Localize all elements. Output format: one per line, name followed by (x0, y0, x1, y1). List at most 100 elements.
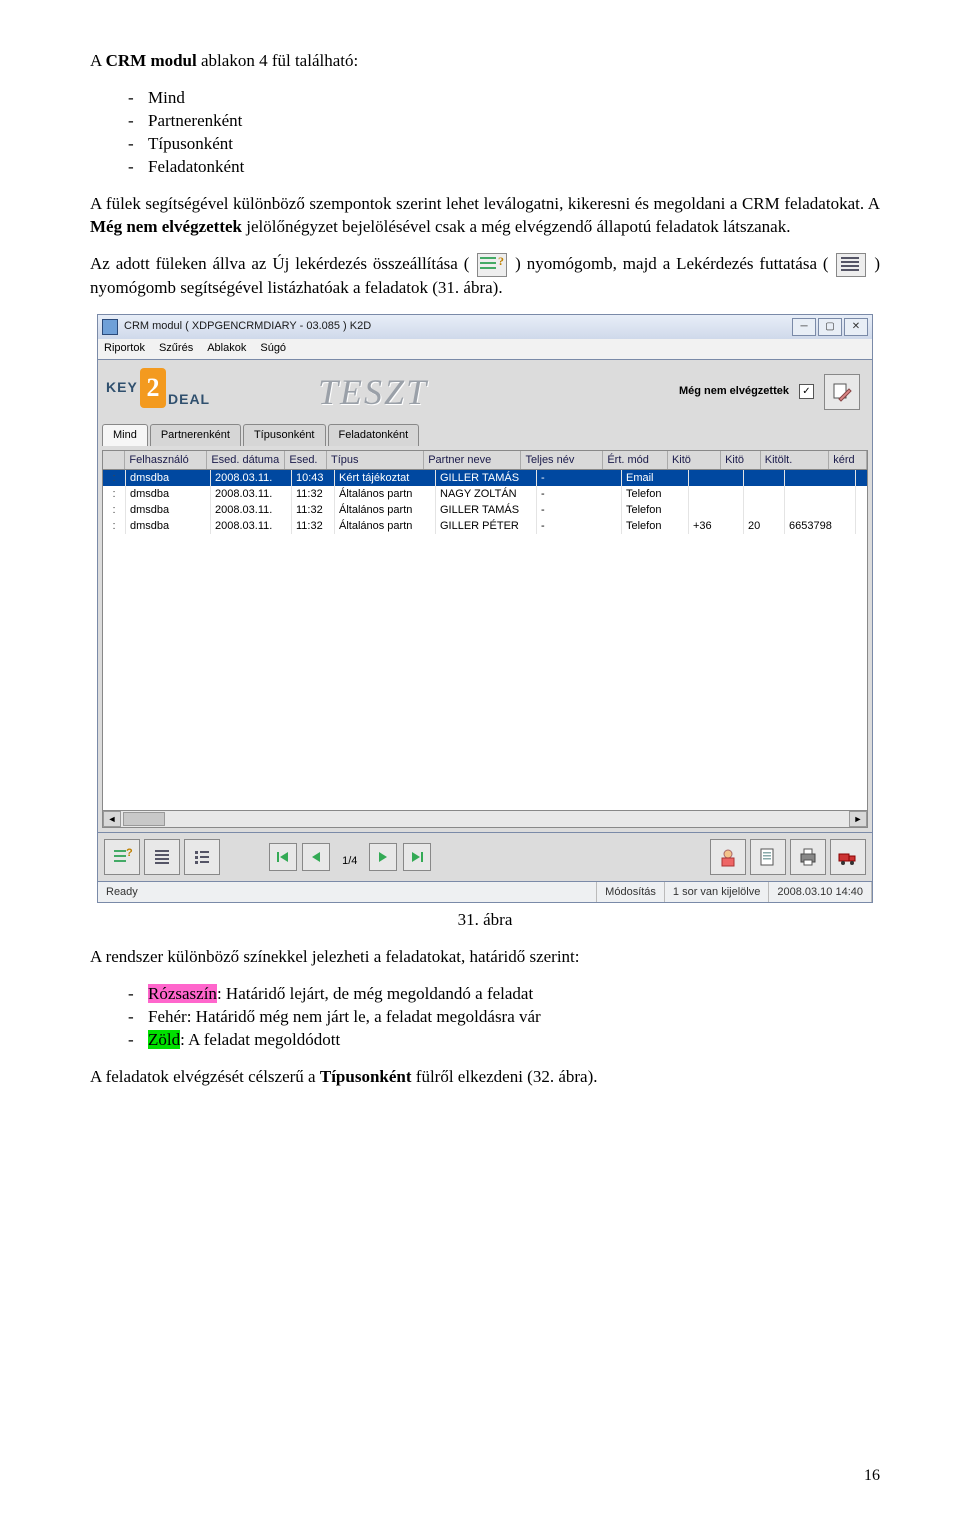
cell: NAGY ZOLTÁN (436, 486, 537, 502)
cell: dmsdba (126, 518, 211, 534)
cell: GILLER TAMÁS (436, 470, 537, 486)
cell: - (537, 470, 622, 486)
col-tipus[interactable]: Típus (327, 451, 424, 470)
col-esed[interactable]: Esed. (285, 451, 327, 470)
col-kitolt[interactable]: Kitölt. (761, 451, 829, 470)
scroll-thumb[interactable] (123, 812, 165, 826)
close-button[interactable]: ✕ (844, 318, 868, 336)
menu-sugo[interactable]: Súgó (260, 341, 286, 356)
tab-feladatonkent[interactable]: Feladatonként (328, 424, 420, 446)
document-button[interactable] (750, 839, 786, 875)
cell: dmsdba (126, 502, 211, 518)
table-row[interactable]: : dmsdba 2008.03.11. 10:43 Kért tájékozt… (103, 470, 867, 486)
intro-line: A CRM modul ablakon 4 fül található: (90, 50, 880, 73)
cell: 2008.03.11. (211, 486, 292, 502)
user-button[interactable] (710, 839, 746, 875)
col-ert-mod[interactable]: Ért. mód (603, 451, 668, 470)
list-item: Mind (90, 87, 880, 110)
tab-bar: Mind Partnerenként Típusonként Feladaton… (97, 424, 873, 446)
text-bold: Típusonként (320, 1067, 412, 1086)
tab-tipusonkent[interactable]: Típusonként (243, 424, 326, 446)
logo-2: 2 (140, 368, 166, 408)
list-item: Rózsaszín: Határidő lejárt, de még megol… (90, 983, 880, 1006)
tab-partnerenkent[interactable]: Partnerenként (150, 424, 241, 446)
status-selection: 1 sor van kijelölve (665, 882, 769, 902)
cell (689, 486, 744, 502)
maximize-button[interactable]: ▢ (818, 318, 842, 336)
row-selector[interactable]: : (103, 502, 126, 518)
para-last: A feladatok elvégzését célszerű a Típuso… (90, 1066, 880, 1089)
tab-mind[interactable]: Mind (102, 424, 148, 446)
col-kito[interactable]: Kitö (668, 451, 721, 470)
not-done-checkbox[interactable]: ✓ (799, 384, 814, 399)
app-window: CRM modul ( XDPGENCRMDIARY - 03.085 ) K2… (97, 314, 873, 904)
cell: dmsdba (126, 486, 211, 502)
cell (689, 470, 744, 486)
app-icon (102, 319, 118, 335)
menu-bar: Riportok Szűrés Ablakok Súgó (97, 339, 873, 360)
page-number: 16 (864, 1465, 880, 1487)
cell: - (537, 502, 622, 518)
text: Az adott füleken állva az Új lekérdezés … (90, 254, 469, 273)
new-query-icon: ? (477, 253, 507, 277)
run-query-button[interactable] (144, 839, 180, 875)
cell: - (537, 518, 622, 534)
status-bar: Ready Módosítás 1 sor van kijelölve 2008… (97, 882, 873, 903)
scroll-left-button[interactable]: ◄ (103, 811, 121, 827)
green-highlight: Zöld (148, 1030, 180, 1049)
text: Fehér: Határidő még nem járt le, a felad… (148, 1007, 541, 1026)
last-page-button[interactable] (403, 843, 431, 871)
cell: 10:43 (292, 470, 335, 486)
menu-ablakok[interactable]: Ablakok (207, 341, 246, 356)
cell: GILLER PÉTER (436, 518, 537, 534)
cell (744, 502, 785, 518)
col-felhasznalo[interactable]: Felhasználó (125, 451, 207, 470)
row-selector[interactable]: : (103, 518, 126, 534)
col-kito2[interactable]: Kitö (721, 451, 761, 470)
cell: 11:32 (292, 502, 335, 518)
row-selector[interactable]: : (103, 486, 126, 502)
cell: dmsdba (126, 470, 211, 486)
list-item: Feladatonként (90, 156, 880, 179)
cell: Kért tájékoztat (335, 470, 436, 486)
table-row[interactable]: : dmsdba 2008.03.11. 11:32 Általános par… (103, 518, 867, 534)
new-query-button[interactable]: ? (104, 839, 140, 875)
col-kerd[interactable]: kérd (829, 451, 867, 470)
text: jelölőnégyzet bejelölésével csak a még e… (246, 217, 790, 236)
scroll-right-button[interactable]: ► (849, 811, 867, 827)
figure-caption: 31. ábra (90, 909, 880, 932)
cell: Általános partn (335, 518, 436, 534)
grid-body[interactable]: : dmsdba 2008.03.11. 10:43 Kért tájékozt… (102, 470, 868, 811)
status-ready: Ready (98, 882, 597, 902)
list-item: Fehér: Határidő még nem járt le, a felad… (90, 1006, 880, 1029)
cell: GILLER TAMÁS (436, 502, 537, 518)
col-esed-datuma[interactable]: Esed. dátuma (207, 451, 285, 470)
cell: +36 (689, 518, 744, 534)
print-button[interactable] (790, 839, 826, 875)
svg-text:?: ? (126, 847, 133, 859)
menu-szures[interactable]: Szűrés (159, 341, 193, 356)
window-title: CRM modul ( XDPGENCRMDIARY - 03.085 ) K2… (124, 319, 790, 334)
text: : A feladat megoldódott (180, 1030, 340, 1049)
col-teljes-nev[interactable]: Teljes név (521, 451, 603, 470)
status-mode: Módosítás (597, 882, 665, 902)
prev-page-button[interactable] (302, 843, 330, 871)
table-row[interactable]: : dmsdba 2008.03.11. 11:32 Általános par… (103, 502, 867, 518)
list-item: Zöld: A feladat megoldódott (90, 1029, 880, 1052)
col-partner-neve[interactable]: Partner neve (424, 451, 521, 470)
table-row[interactable]: : dmsdba 2008.03.11. 11:32 Általános par… (103, 486, 867, 502)
truck-button[interactable] (830, 839, 866, 875)
first-page-button[interactable] (269, 843, 297, 871)
cell: 20 (744, 518, 785, 534)
key2deal-logo: KEY 2 DEAL (106, 370, 226, 414)
horizontal-scrollbar[interactable]: ◄ ► (102, 811, 868, 828)
minimize-button[interactable]: ─ (792, 318, 816, 336)
row-selector[interactable]: : (103, 470, 126, 486)
cell: 6653798 (785, 518, 856, 534)
next-page-button[interactable] (369, 843, 397, 871)
colors-list: Rózsaszín: Határidő lejárt, de még megol… (90, 983, 880, 1052)
menu-riportok[interactable]: Riportok (104, 341, 145, 356)
text: fülről elkezdeni (32. ábra). (416, 1067, 598, 1086)
list-button[interactable] (184, 839, 220, 875)
edit-button[interactable] (824, 374, 860, 410)
